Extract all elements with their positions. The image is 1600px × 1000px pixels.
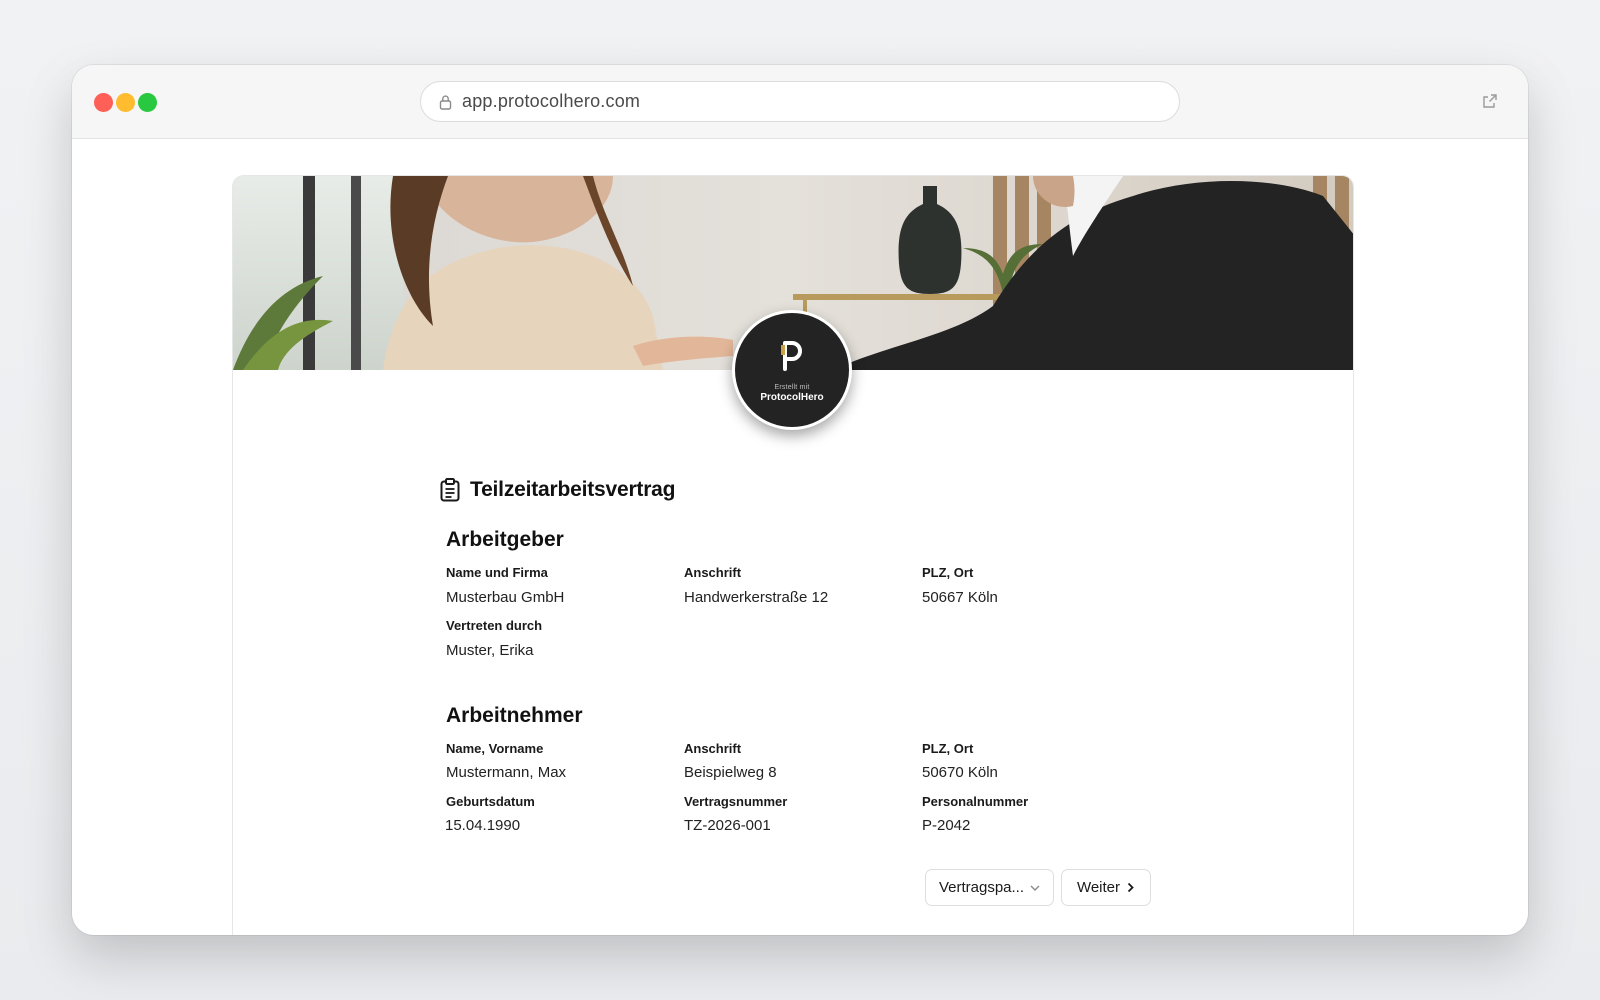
browser-titlebar: app.protocolhero.com xyxy=(72,65,1528,139)
page-content: Erstellt mit ProtocolHero Teilzeitarbeit… xyxy=(72,139,1528,935)
employee-name-value: Mustermann, Max xyxy=(446,764,567,781)
chevron-right-icon xyxy=(1127,882,1134,893)
employee-personnel-number-label: Personalnummer xyxy=(922,794,1029,809)
next-button[interactable]: Weiter xyxy=(1061,869,1151,906)
employee-contract-number-label: Vertragsnummer xyxy=(684,794,788,809)
contract-package-dropdown[interactable]: Vertragspa... xyxy=(925,869,1054,906)
employer-address-label: Anschrift xyxy=(684,565,742,580)
logo-brand-name: ProtocolHero xyxy=(760,392,824,403)
contract-package-dropdown-label: Vertragspa... xyxy=(938,879,1025,896)
employer-city-label: PLZ, Ort xyxy=(922,565,974,580)
external-link-icon[interactable] xyxy=(1482,93,1498,109)
protocolhero-logo-icon xyxy=(781,341,802,371)
employee-birthdate-value: 15.04.1990 xyxy=(445,817,521,834)
lock-icon xyxy=(439,94,452,110)
employer-name-value: Musterbau GmbH xyxy=(446,589,565,606)
address-bar[interactable]: app.protocolhero.com xyxy=(420,81,1180,122)
clipboard-icon xyxy=(440,478,460,502)
employer-name-label: Name und Firma xyxy=(446,565,548,580)
employer-heading: Arbeitgeber xyxy=(446,528,564,551)
chevron-down-icon xyxy=(1030,885,1040,891)
logo-caption: Erstellt mit xyxy=(774,384,810,391)
employee-address-label: Anschrift xyxy=(684,741,742,756)
document-title: Teilzeitarbeitsvertrag xyxy=(440,478,675,502)
employee-personnel-number-value: P-2042 xyxy=(922,817,971,834)
employee-name-label: Name, Vorname xyxy=(446,741,544,756)
employer-representative-value: Muster, Erika xyxy=(446,642,534,659)
employer-representative-label: Vertreten durch xyxy=(446,618,543,633)
employee-address-value: Beispielweg 8 xyxy=(684,764,777,781)
employer-city-value: 50667 Köln xyxy=(922,589,998,606)
next-button-label: Weiter xyxy=(1076,879,1121,896)
maximize-window-button[interactable] xyxy=(138,93,157,112)
browser-window: app.protocolhero.com Erstellt mit Protoc… xyxy=(72,65,1528,935)
employee-city-value: 50670 Köln xyxy=(922,764,998,781)
employee-contract-number-value: TZ-2026-001 xyxy=(684,817,771,834)
employee-heading: Arbeitnehmer xyxy=(446,704,583,727)
employer-address-value: Handwerkerstraße 12 xyxy=(684,589,829,606)
url-text: app.protocolhero.com xyxy=(462,91,641,111)
close-window-button[interactable] xyxy=(94,93,113,112)
minimize-window-button[interactable] xyxy=(116,93,135,112)
employee-city-label: PLZ, Ort xyxy=(922,741,974,756)
document-title-text: Teilzeitarbeitsvertrag xyxy=(470,478,676,501)
employee-birthdate-label: Geburtsdatum xyxy=(446,794,535,809)
document-card: Erstellt mit ProtocolHero Teilzeitarbeit… xyxy=(232,175,1354,935)
protocolhero-logo-badge: Erstellt mit ProtocolHero xyxy=(732,310,852,430)
